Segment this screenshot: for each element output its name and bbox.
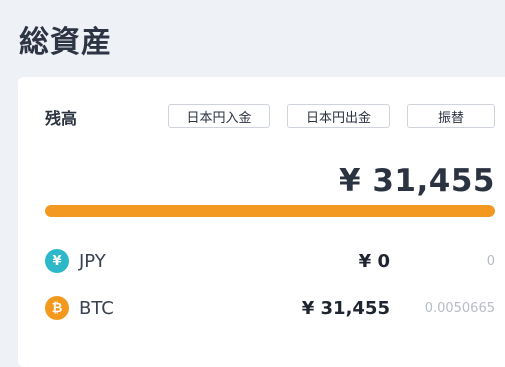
total-balance: ¥ 31,455 — [339, 163, 495, 199]
asset-row-btc[interactable]: ₿ BTC ¥ 31,455 0.0050665 — [45, 295, 495, 323]
asset-value: ¥ 31,455 — [301, 298, 390, 319]
balance-card: 残高 日本円入金 日本円出金 振替 ¥ 31,455 ¥ JPY ¥ 0 0 ₿… — [18, 77, 505, 367]
jpy-withdraw-button[interactable]: 日本円出金 — [287, 104, 390, 128]
asset-name: JPY — [79, 251, 106, 272]
page-title: 総資産 — [19, 25, 112, 60]
bitcoin-coin-icon: ₿ — [45, 296, 69, 320]
asset-quantity: 0.0050665 — [424, 301, 495, 316]
allocation-bar — [45, 205, 495, 217]
asset-row-jpy[interactable]: ¥ JPY ¥ 0 0 — [45, 248, 495, 276]
asset-name: BTC — [79, 298, 114, 319]
asset-value: ¥ 0 — [358, 251, 390, 272]
jpy-deposit-button[interactable]: 日本円入金 — [168, 104, 270, 128]
transfer-button[interactable]: 振替 — [407, 104, 495, 128]
yen-coin-icon: ¥ — [45, 249, 69, 273]
asset-quantity: 0 — [486, 254, 495, 269]
allocation-bar-fill-btc — [45, 205, 495, 217]
balance-label: 残高 — [45, 109, 78, 128]
